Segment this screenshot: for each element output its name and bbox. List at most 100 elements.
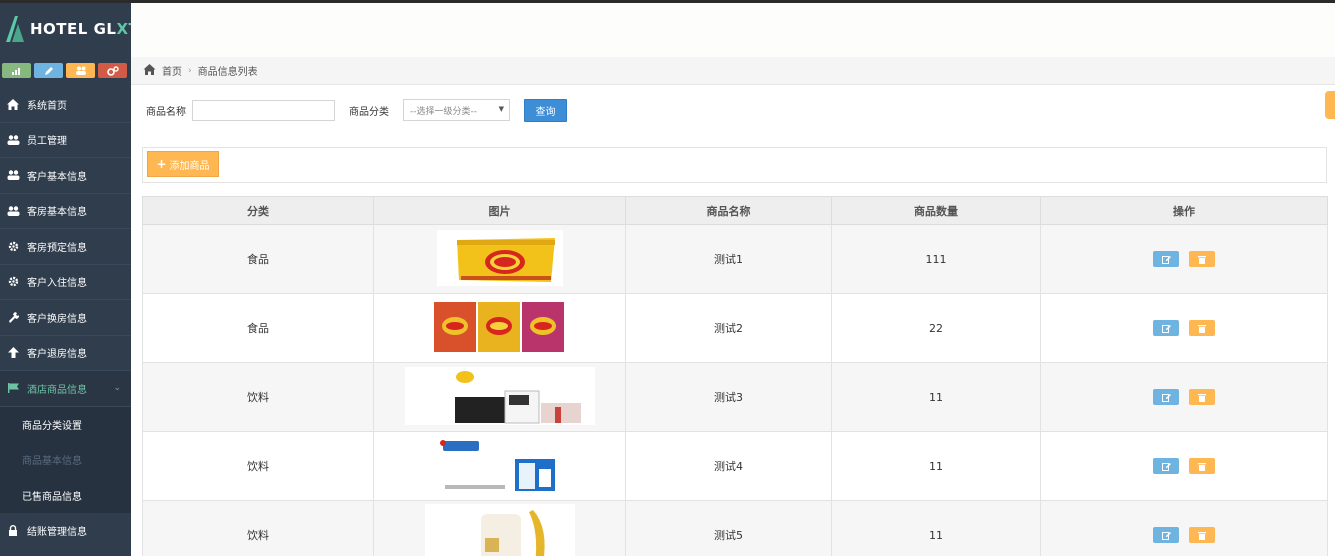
submenu-item-sold-goods[interactable]: 已售商品信息: [0, 478, 131, 514]
trash-icon: [1198, 393, 1206, 402]
cell-category: 饮料: [142, 431, 374, 501]
trash-icon: [1198, 462, 1206, 471]
cell-quantity: 11: [831, 500, 1041, 556]
cell-image: [373, 224, 626, 294]
sidebar-item-checkin[interactable]: 客户入住信息: [0, 265, 131, 300]
sidebar-item-label: 客户退房信息: [27, 349, 87, 361]
add-goods-label: 添加商品: [169, 160, 210, 172]
delete-button[interactable]: [1189, 527, 1215, 543]
query-button[interactable]: 查询: [524, 98, 567, 122]
edit-button[interactable]: [1153, 320, 1179, 336]
column-header-name[interactable]: 商品名称: [625, 196, 832, 225]
search-form: 商品名称 商品分类 --选择一级分类-- ▼ 查询: [146, 98, 567, 122]
edit-icon: [1161, 255, 1171, 264]
cell-actions: [1040, 293, 1328, 363]
sidebar-item-reservations[interactable]: 客房预定信息: [0, 229, 131, 265]
column-header-image[interactable]: 图片: [373, 196, 626, 225]
sidebar-item-label: 酒店商品信息: [27, 384, 87, 396]
delete-button[interactable]: [1189, 389, 1215, 405]
category-label: 商品分类: [349, 106, 389, 118]
sidebar-item-customer[interactable]: 客户基本信息: [0, 158, 131, 194]
users-icon: [6, 204, 20, 218]
brand-logo[interactable]: HOTEL GLXT: [0, 3, 131, 55]
sidebar-item-rooms[interactable]: 客房基本信息: [0, 194, 131, 229]
home-icon: [6, 97, 20, 111]
drink-bottle-image[interactable]: [424, 503, 575, 556]
sidebar-item-label: 客户入住信息: [27, 278, 87, 290]
table-row[interactable]: 食品 测试2 22: [142, 293, 1328, 363]
chips-bag-image[interactable]: [436, 229, 563, 289]
logo-mark-icon: [4, 14, 26, 44]
column-header-category[interactable]: 分类: [142, 196, 374, 225]
cell-name: 测试4: [625, 431, 832, 501]
category-select[interactable]: --选择一级分类-- ▼: [403, 99, 510, 121]
category-select-value: --选择一级分类--: [410, 106, 477, 117]
edit-icon: [1161, 393, 1171, 402]
delete-button[interactable]: [1189, 251, 1215, 267]
users-shortcut-button[interactable]: [66, 63, 95, 78]
settings-panel-toggle[interactable]: [1325, 91, 1335, 119]
goods-name-input[interactable]: [192, 99, 335, 121]
gear-icon: [6, 239, 20, 253]
sidebar-item-staff[interactable]: 员工管理: [0, 123, 131, 158]
cell-name: 测试1: [625, 224, 832, 294]
submenu-item-label: 已售商品信息: [22, 491, 82, 503]
table-row[interactable]: 饮料 测试5 11: [142, 500, 1328, 556]
edit-button[interactable]: [1153, 251, 1179, 267]
home-icon: [143, 63, 156, 78]
edit-button[interactable]: [1153, 458, 1179, 474]
trash-icon: [1198, 531, 1206, 540]
sidebar-item-label: 客房预定信息: [27, 242, 87, 254]
cell-category: 饮料: [142, 362, 374, 432]
sidebar-item-goods[interactable]: 酒店商品信息 ⌄: [0, 371, 131, 407]
lock-icon: [6, 524, 20, 538]
edit-button[interactable]: [1153, 527, 1179, 543]
flag-icon: [6, 381, 20, 395]
edit-button[interactable]: [1153, 389, 1179, 405]
sidebar-item-checkout[interactable]: 客户退房信息: [0, 336, 131, 371]
shortcut-buttons: [0, 55, 131, 83]
add-goods-button[interactable]: + 添加商品: [147, 151, 219, 177]
delete-button[interactable]: [1189, 458, 1215, 474]
name-label: 商品名称: [146, 106, 186, 118]
submenu-item-category[interactable]: 商品分类设置: [0, 407, 131, 443]
brand-name: HOTEL GLXT: [30, 20, 131, 38]
cell-quantity: 22: [831, 293, 1041, 363]
delete-button[interactable]: [1189, 320, 1215, 336]
cell-quantity: 11: [831, 431, 1041, 501]
cell-name: 测试2: [625, 293, 832, 363]
column-header-quantity[interactable]: 商品数量: [831, 196, 1041, 225]
submenu-item-goods-info[interactable]: 商品基本信息: [0, 442, 131, 478]
cell-quantity: 11: [831, 362, 1041, 432]
column-header-actions: 操作: [1040, 196, 1328, 225]
milk-box-image[interactable]: [404, 366, 595, 428]
cell-image: [373, 431, 626, 501]
submenu-item-label: 商品基本信息: [22, 456, 82, 468]
edit-shortcut-button[interactable]: [34, 63, 63, 78]
chips-three-pack-image[interactable]: [431, 299, 568, 357]
settings-shortcut-button[interactable]: [98, 63, 127, 78]
table-row[interactable]: 饮料 测试3 11: [142, 362, 1328, 432]
edit-icon: [1161, 324, 1171, 333]
sidebar-item-label: 客户换房信息: [27, 313, 87, 325]
users-icon: [6, 168, 20, 182]
breadcrumb-home-link[interactable]: 首页: [162, 63, 182, 78]
sidebar-item-billing[interactable]: 结账管理信息: [0, 513, 131, 548]
sidebar-item-label: 客房基本信息: [27, 207, 87, 219]
table-row[interactable]: 饮料 测试4 11: [142, 431, 1328, 501]
table-row[interactable]: 食品 测试1 111: [142, 224, 1328, 294]
cell-actions: [1040, 500, 1328, 556]
goods-table: 分类 图片 商品名称 商品数量 操作 食品 测试1 111 食品 测试2 22 …: [142, 196, 1328, 556]
sidebar-item-room-change[interactable]: 客户换房信息: [0, 300, 131, 336]
sidebar-item-label: 客户基本信息: [27, 171, 87, 183]
stats-shortcut-button[interactable]: [2, 63, 31, 78]
wrench-icon: [6, 310, 20, 324]
sidebar-item-home[interactable]: 系统首页: [0, 87, 131, 123]
cell-actions: [1040, 224, 1328, 294]
trash-icon: [1198, 255, 1206, 264]
cell-actions: [1040, 362, 1328, 432]
cogs-icon: [106, 65, 119, 76]
breadcrumb-separator: ›: [188, 65, 192, 76]
yogurt-pack-image[interactable]: [434, 434, 565, 498]
sidebar: HOTEL GLXT 系统首页 员工管理 客户基本信息 客房基: [0, 3, 131, 556]
